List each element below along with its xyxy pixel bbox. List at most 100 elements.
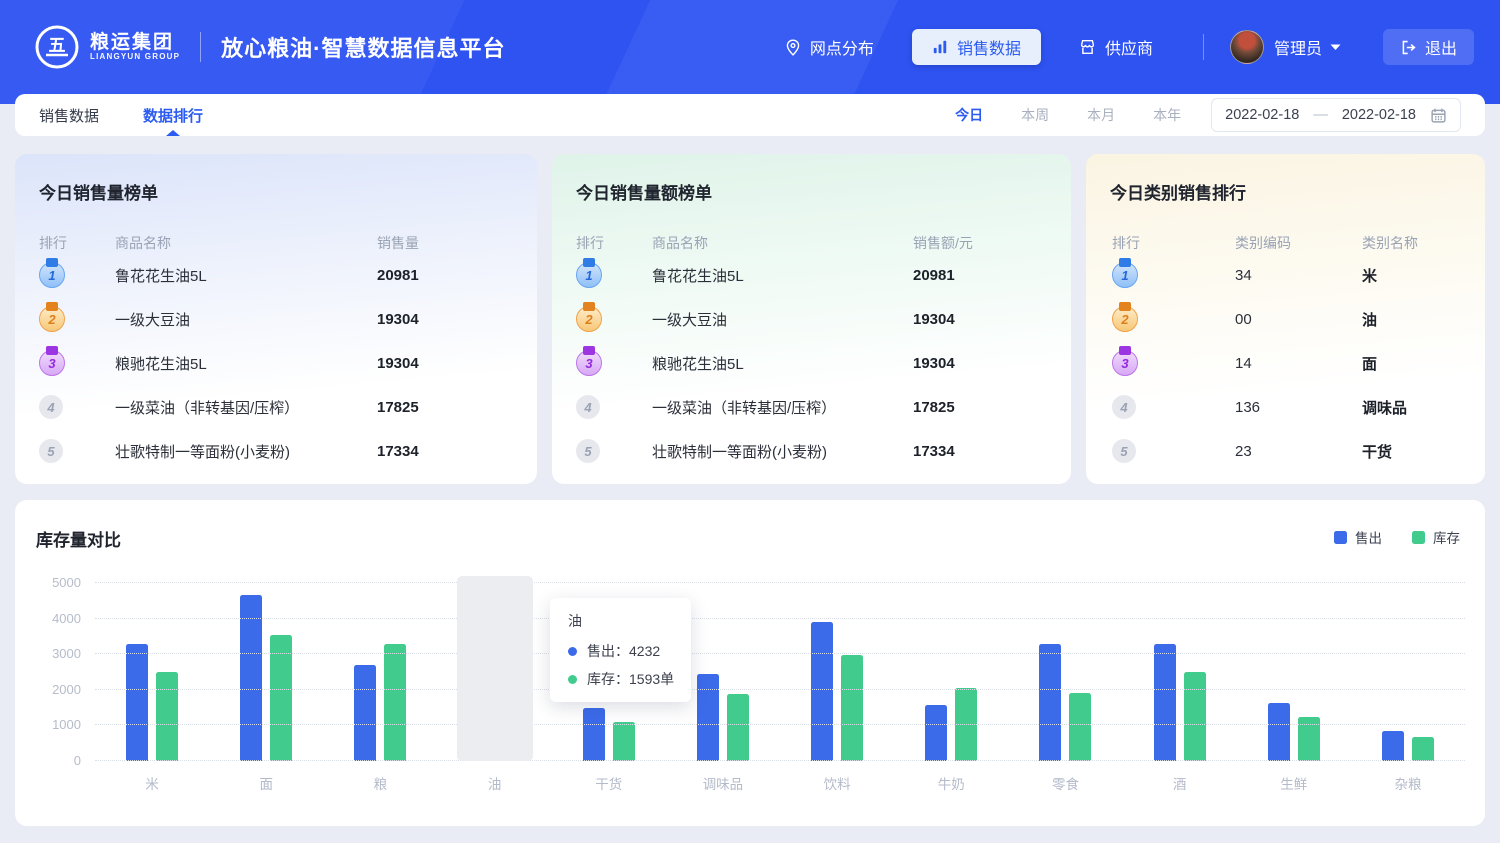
rank-badge: 5 <box>39 439 63 463</box>
avatar[interactable] <box>1230 30 1264 64</box>
row-cell: 一级大豆油 <box>115 309 377 330</box>
chart-title: 库存量对比 <box>36 526 121 551</box>
medal-icon: 3 <box>1112 350 1138 376</box>
period-filter[interactable]: 本月 <box>1087 105 1115 125</box>
row-cell: 一级菜油（非转基因/压榨） <box>652 397 913 418</box>
bar-库存[interactable] <box>1412 737 1434 761</box>
tooltip-text: 售出：4232 <box>587 641 660 661</box>
y-axis-label: 3000 <box>33 646 81 662</box>
bar-库存[interactable] <box>384 644 406 761</box>
bar-售出[interactable] <box>1154 644 1176 761</box>
x-axis-label: 杂粮 <box>1351 773 1465 793</box>
period-filter[interactable]: 本周 <box>1021 105 1049 125</box>
bars <box>323 644 437 761</box>
tooltip-row: 库存：1593单 <box>568 669 691 689</box>
bar-库存[interactable] <box>156 672 178 761</box>
legend-label: 库存 <box>1433 527 1460 547</box>
bar-售出[interactable] <box>126 644 148 761</box>
rank-cell: 1 <box>1112 262 1235 288</box>
row-cell: 粮驰花生油5L <box>652 353 913 374</box>
bar-group: 生鲜 <box>1237 583 1351 761</box>
bar-group: 杂粮 <box>1351 583 1465 761</box>
calendar-icon[interactable] <box>1430 107 1447 124</box>
tab[interactable]: 数据排行 <box>143 94 203 136</box>
topnav-item[interactable]: 销售数据 <box>912 29 1041 65</box>
chart-legend: 售出 库存 <box>1334 527 1460 547</box>
column-header: 类别编码 <box>1235 233 1362 253</box>
column-header: 类别名称 <box>1362 233 1485 253</box>
row-cell-value: 米 <box>1362 265 1485 286</box>
bar-group: 酒 <box>1123 583 1237 761</box>
row-cell: 一级菜油（非转基因/压榨） <box>115 397 377 418</box>
chevron-down-icon <box>1330 44 1341 51</box>
rank-table-header: 排行商品名称销售量 <box>15 233 537 253</box>
bars <box>1008 644 1122 761</box>
row-cell: 14 <box>1235 355 1362 372</box>
tooltip-series-dot <box>568 675 577 684</box>
row-cell-value: 干货 <box>1362 441 1485 462</box>
topnav-item[interactable]: 供应商 <box>1059 29 1173 65</box>
rank-cell: 3 <box>576 350 652 376</box>
user-name-label: 管理员 <box>1274 35 1322 59</box>
bar-售出[interactable] <box>925 705 947 761</box>
rank-cell: 2 <box>576 306 652 332</box>
x-axis-label: 生鲜 <box>1237 773 1351 793</box>
medal-icon: 2 <box>576 306 602 332</box>
x-axis-label: 饮料 <box>780 773 894 793</box>
legend-item[interactable]: 售出 <box>1334 527 1382 547</box>
rank-cell: 4 <box>39 395 115 419</box>
column-header: 排行 <box>576 233 652 253</box>
bar-售出[interactable] <box>1382 731 1404 761</box>
y-axis-label: 0 <box>33 753 81 769</box>
gridline <box>95 689 1465 690</box>
x-axis-label: 零食 <box>1008 773 1122 793</box>
row-cell-value: 17334 <box>377 443 537 460</box>
row-cell: 一级大豆油 <box>652 309 913 330</box>
rank-row: 1鲁花花生油5L20981 <box>552 253 1071 297</box>
tooltip-series-dot <box>568 647 577 656</box>
bar-售出[interactable] <box>240 595 262 761</box>
row-cell-value: 20981 <box>377 267 537 284</box>
logout-icon <box>1400 39 1417 56</box>
date-start[interactable]: 2022-02-18 <box>1225 107 1299 123</box>
bar-group: 面 <box>209 583 323 761</box>
row-cell-value: 19304 <box>377 355 537 372</box>
bars <box>209 595 323 761</box>
logout-button[interactable]: 退出 <box>1383 29 1474 65</box>
tab[interactable]: 销售数据 <box>39 94 99 136</box>
period-filter[interactable]: 本年 <box>1153 105 1181 125</box>
bar-售出[interactable] <box>354 665 376 761</box>
rank-row: 4一级菜油（非转基因/压榨）17825 <box>15 385 537 429</box>
bar-售出[interactable] <box>1268 703 1290 761</box>
chart-plot-area: 米面粮油干货调味品饮料牛奶零食酒生鲜杂粮 油 售出：4232库存：1593单 0… <box>95 583 1465 761</box>
tooltip-row: 售出：4232 <box>568 641 691 661</box>
bar-group: 牛奶 <box>894 583 1008 761</box>
card-title: 今日销售量额榜单 <box>576 179 1071 204</box>
rank-badge: 5 <box>1112 439 1136 463</box>
row-cell-value: 19304 <box>913 355 1071 372</box>
legend-item[interactable]: 库存 <box>1412 527 1460 547</box>
bar-库存[interactable] <box>613 722 635 761</box>
rank-cell: 2 <box>39 306 115 332</box>
period-filter[interactable]: 今日 <box>955 105 983 125</box>
bar-售出[interactable] <box>697 674 719 761</box>
topnav-item[interactable]: 网点分布 <box>765 29 894 65</box>
gridline <box>95 653 1465 654</box>
rank-row: 5壮歌特制一等面粉(小麦粉)17334 <box>15 429 537 473</box>
brand-name-en: LIANGYUN GROUP <box>90 53 180 61</box>
bar-库存[interactable] <box>1069 693 1091 761</box>
date-range-picker[interactable]: 2022-02-18 — 2022-02-18 <box>1211 98 1461 132</box>
rank-badge: 4 <box>39 395 63 419</box>
bar-group: 米 <box>95 583 209 761</box>
x-axis-label: 牛奶 <box>894 773 1008 793</box>
bar-库存[interactable] <box>727 694 749 761</box>
bar-售出[interactable] <box>583 708 605 761</box>
user-menu[interactable]: 管理员 <box>1274 35 1341 59</box>
bar-库存[interactable] <box>841 655 863 761</box>
date-end[interactable]: 2022-02-18 <box>1342 107 1416 123</box>
bar-售出[interactable] <box>1039 644 1061 761</box>
bar-售出[interactable] <box>811 622 833 761</box>
bar-库存[interactable] <box>1184 672 1206 761</box>
bars <box>95 644 209 761</box>
medal-icon: 1 <box>576 262 602 288</box>
